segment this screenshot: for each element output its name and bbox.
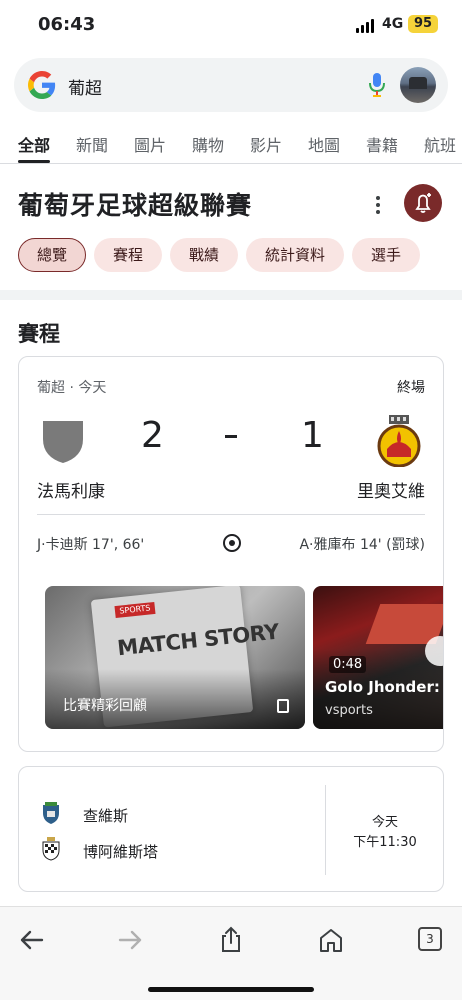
clock: 06:43 [38,14,96,35]
section-divider [0,290,462,300]
search-query[interactable]: 葡超 [68,74,102,99]
home-team-crest-icon [43,421,83,463]
shorts-icon [277,699,289,713]
match-day: 今天 [371,815,398,830]
match-card[interactable]: 葡超 · 今天 終場 2 1 法馬利康 里奧艾維 J·卡迪斯 17', 66' … [18,356,444,752]
home-icon[interactable] [316,925,346,955]
google-logo-icon [28,71,56,99]
video-card[interactable]: 0:48 Golo Jhonder: F vsports [313,586,444,729]
forward-icon[interactable] [116,925,146,955]
bell-add-icon [415,193,431,213]
back-icon[interactable] [16,925,46,955]
video-title: Golo Jhonder: F [325,678,444,696]
home-team-name: 法馬利康 [37,482,105,502]
upcoming-match-card[interactable]: 查維斯 博阿維斯塔 今天 下午11:30 [18,766,444,892]
away-score: 1 [301,415,324,456]
knowledge-panel-header: 葡萄牙足球超級聯賽 總覽 賽程 戰績 統計資料 選手 [0,176,462,286]
signal-icon [356,19,376,33]
tab-images[interactable]: 圖片 [134,132,166,156]
avatar[interactable] [400,67,436,103]
home-scorers: J·卡迪斯 17', 66' [37,537,145,553]
chaves-crest-icon [43,802,59,824]
tab-switcher-button[interactable]: 3 [418,927,442,951]
card-divider [37,514,425,515]
battery-icon: 95 [408,15,438,33]
page-title: 葡萄牙足球超級聯賽 [18,191,253,220]
home-indicator [148,987,314,992]
video-duration: 0:48 [329,656,367,673]
highlight-video-label: 比賽精彩回顧 [63,698,147,714]
tab-shopping[interactable]: 購物 [192,132,224,156]
highlight-video-card[interactable]: SPORTS MATCH STORY 比賽精彩回顧 [45,586,305,729]
away-team-name: 里奧艾維 [357,482,425,502]
chip-overview[interactable]: 總覽 [18,238,86,272]
tab-books[interactable]: 書籍 [366,132,398,156]
more-options-icon[interactable] [370,194,386,216]
chip-standings[interactable]: 戰績 [170,238,238,272]
active-tab-indicator [18,160,50,163]
network-type: 4G [382,16,404,32]
tab-maps[interactable]: 地圖 [308,132,340,156]
search-bar[interactable]: 葡超 [14,58,448,112]
tab-news[interactable]: 新聞 [76,132,108,156]
tab-flights[interactable]: 航班 [424,132,456,156]
follow-bell-button[interactable] [404,184,442,222]
away-team-crest-icon [377,415,421,467]
away-scorers: A·雅庫布 14' (罰球) [299,537,425,553]
share-icon[interactable] [216,925,246,955]
status-bar: 06:43 4G 95 [0,0,462,50]
goal-ball-icon [223,534,241,552]
vertical-divider [325,785,326,875]
team-name: 查維斯 [83,807,129,825]
chip-stats[interactable]: 統計資料 [246,238,344,272]
match-meta: 葡超 · 今天 [37,380,107,396]
tab-videos[interactable]: 影片 [250,132,282,156]
tab-all[interactable]: 全部 [18,132,50,156]
score-separator [225,435,237,438]
browser-toolbar: 3 [0,906,462,1000]
video-source: vsports [325,703,373,718]
microphone-icon[interactable] [368,72,386,98]
match-time: 下午11:30 [353,835,417,850]
boavista-crest-icon [42,837,60,861]
schedule-heading: 賽程 [18,322,60,346]
chip-schedule[interactable]: 賽程 [94,238,162,272]
chip-players[interactable]: 選手 [352,238,420,272]
home-score: 2 [141,415,164,456]
team-name: 博阿維斯塔 [83,843,159,861]
match-status: 終場 [397,380,425,396]
search-tabs: 全部 新聞 圖片 購物 影片 地圖 書籍 航班 [0,126,462,164]
